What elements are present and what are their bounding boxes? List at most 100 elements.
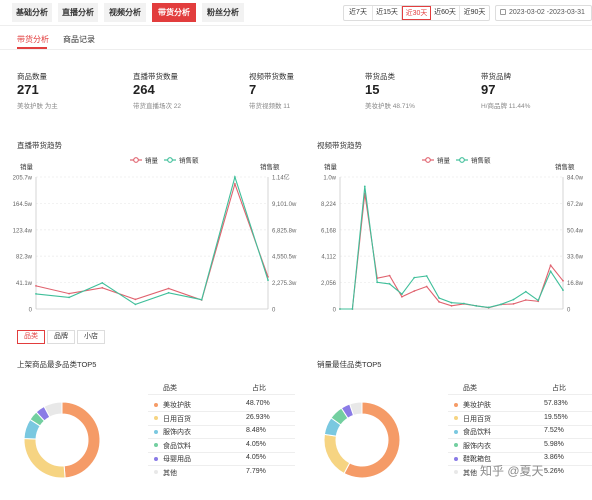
legend-dot (154, 416, 158, 420)
stat-value-product-count: 271 (17, 82, 39, 97)
calendar-icon (500, 9, 506, 15)
toggle-category[interactable]: 品类 (17, 330, 45, 344)
y-left-tick-label: 41.1w (16, 281, 33, 287)
tab-video-analysis[interactable]: 视频分析 (104, 3, 146, 22)
stat-label-live-products: 直播带货数量 (133, 72, 178, 81)
y-right-tick-label: 67.2w (567, 202, 584, 208)
stat-value-brands: 97 (481, 82, 496, 97)
table-row-divider (448, 411, 592, 412)
data-point (401, 293, 403, 295)
data-point (413, 276, 416, 279)
series-line-sales-amount (35, 175, 269, 306)
category-label: 服饰内衣 (163, 429, 191, 436)
subtab-sales-analysis[interactable]: 带货分析 (17, 34, 49, 45)
y-left-tick-label: 0 (333, 308, 337, 314)
category-share: 26.93% (246, 413, 270, 421)
live-trend-title: 直播带货趋势 (17, 141, 62, 150)
y-right-axis-label: 销售额 (555, 162, 575, 171)
category-label: 母婴用品 (163, 456, 191, 463)
data-point (68, 296, 70, 299)
y-left-axis-label: 销量 (324, 162, 338, 171)
y-right-tick-label: 4,550.5w (272, 255, 297, 261)
y-left-tick-label: 4,112 (321, 255, 336, 261)
table-header-category: 品类 (163, 385, 177, 392)
category-label: 美妆护肤 (463, 402, 491, 409)
data-point (475, 305, 478, 307)
data-point (537, 299, 540, 302)
y-left-tick-label: 205.7w (13, 176, 33, 182)
legend-dot (154, 470, 158, 474)
legend-dot (454, 456, 458, 461)
data-point (524, 299, 527, 301)
range-60-days-button[interactable]: 近60天 (431, 6, 460, 20)
tab-basic-analysis[interactable]: 基础分析 (12, 3, 52, 22)
category-share: 8.48% (246, 427, 266, 434)
range-7-days-button[interactable]: 近7天 (344, 6, 373, 20)
data-point (101, 282, 104, 284)
donut-slice-0 (61, 401, 101, 479)
range-15-days-button[interactable]: 近15天 (373, 6, 402, 20)
y-right-tick-label: 0 (567, 308, 571, 314)
data-point (267, 279, 269, 281)
table-row-divider (148, 438, 295, 439)
stat-label-categories: 带货品类 (365, 72, 395, 81)
stat-label-brands: 带货品牌 (481, 72, 511, 81)
y-right-tick-label: 0 (272, 308, 276, 314)
tab-live-analysis[interactable]: 直播分析 (58, 3, 98, 22)
donut-slice-1 (23, 437, 66, 479)
y-left-tick-label: 164.5w (13, 202, 33, 208)
y-right-tick-label: 84.0w (567, 176, 584, 182)
data-point (487, 306, 490, 309)
legend-dot (154, 456, 158, 461)
data-point (401, 295, 403, 298)
legend-marker-1 (167, 157, 173, 163)
y-right-axis-label: 销售额 (260, 162, 280, 171)
toggle-brand[interactable]: 品牌 (47, 330, 75, 344)
category-share: 3.86% (544, 454, 564, 461)
category-share: 5.26% (544, 467, 564, 475)
range-90-days-button[interactable]: 近90天 (460, 6, 489, 20)
toggle-shop[interactable]: 小店 (77, 330, 105, 344)
tab-fans-analysis[interactable]: 粉丝分析 (202, 3, 244, 22)
data-point (524, 290, 527, 293)
data-point (167, 287, 170, 290)
legend-dot (454, 416, 458, 420)
category-label: 服饰内衣 (463, 442, 491, 450)
table-row-divider (148, 424, 295, 426)
table-divider (148, 394, 295, 395)
y-right-tick-label: 16.8w (567, 281, 584, 287)
table-row-divider (448, 438, 592, 439)
data-point (68, 292, 70, 295)
stat-value-video-products: 7 (249, 82, 257, 97)
legend-dot (454, 429, 458, 434)
table-row-divider (148, 411, 295, 412)
category-share: 5.98% (544, 440, 564, 448)
table-header-category: 品类 (463, 385, 477, 392)
y-left-tick-label: 1.0w (323, 176, 336, 182)
stat-value-categories: 15 (365, 82, 380, 97)
y-right-tick-label: 50.4w (567, 228, 584, 234)
data-point (562, 279, 564, 282)
legend-dot (454, 443, 458, 447)
stat-value-live-products: 264 (133, 82, 155, 97)
y-right-tick-label: 2,275.3w (272, 281, 297, 287)
donut-slice-1 (323, 433, 351, 475)
y-left-tick-label: 82.3w (16, 255, 33, 261)
subtab-product-records[interactable]: 商品记录 (63, 34, 95, 45)
data-point (425, 275, 428, 277)
category-label: 日用百货 (463, 415, 491, 423)
y-left-tick-label: 2,056 (321, 281, 337, 287)
data-point (549, 270, 552, 273)
stat-label-product-count: 商品数量 (17, 72, 47, 81)
tab-sales-analysis[interactable]: 带货分析 (152, 3, 196, 22)
data-point (234, 176, 236, 178)
stat-sub-brands: H/商品牌 11.44% (481, 103, 531, 110)
watermark: 知乎 @夏天 (480, 464, 544, 478)
legend-marker-1 (459, 157, 465, 163)
date-picker[interactable]: 2023-03-02 -2023-03-31 (495, 5, 592, 21)
data-point (35, 285, 37, 287)
legend-marker-0 (425, 157, 431, 163)
table-row-divider (148, 465, 295, 466)
range-30-days-button[interactable]: 近30天 (402, 6, 431, 20)
legend-label: 销售额 (179, 156, 199, 165)
